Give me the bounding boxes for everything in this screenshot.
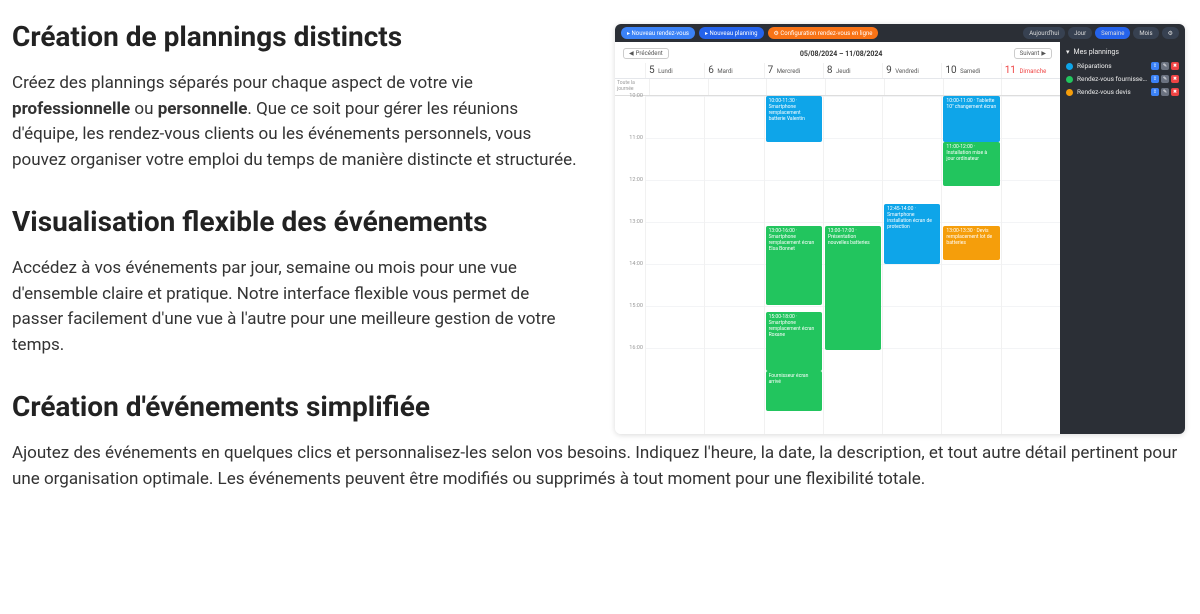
- delete-icon[interactable]: ✖: [1171, 62, 1179, 70]
- day-column: 5 Lundi: [645, 63, 704, 78]
- chevron-down-icon[interactable]: ▾: [1066, 48, 1070, 56]
- share-icon[interactable]: ⇪: [1151, 62, 1159, 70]
- grid-column[interactable]: [704, 96, 763, 434]
- day-header: 5 Lundi6 Mardi7 Mercredi8 Jeudi9 Vendred…: [615, 63, 1060, 79]
- chevron-left-icon: ◀: [629, 50, 634, 57]
- text: Créez des plannings séparés pour chaque …: [12, 73, 473, 93]
- legend-label: Rendez-vous fournisseur: [1077, 75, 1147, 83]
- edit-icon[interactable]: ✎: [1161, 88, 1169, 96]
- time-tick: 14:00: [629, 261, 643, 267]
- bold-professionnelle: professionnelle: [12, 99, 130, 119]
- grid-column[interactable]: 12:45-14:00 · Smartphone installation éc…: [882, 96, 941, 434]
- day-column: 6 Mardi: [704, 63, 763, 78]
- legend-item[interactable]: Réparations ⇪✎✖: [1066, 62, 1179, 70]
- prev-button[interactable]: ◀Précédent: [623, 48, 669, 59]
- config-button[interactable]: ⚙ Configuration rendez-vous en ligne: [768, 27, 879, 39]
- grid-column[interactable]: 10:00-11:30 · Smartphone remplacement ba…: [764, 96, 823, 434]
- calendar-event[interactable]: Fournisseur écran arrivé: [766, 371, 822, 411]
- share-icon[interactable]: ⇪: [1151, 75, 1159, 83]
- delete-icon[interactable]: ✖: [1171, 88, 1179, 96]
- legend-color-dot: [1066, 63, 1073, 70]
- calendar-event[interactable]: 11:00-12:00 · Installation mise à jour o…: [943, 142, 999, 186]
- body-plannings: Créez des plannings séparés pour chaque …: [12, 71, 582, 173]
- day-column: 7 Mercredi: [764, 63, 823, 78]
- legend-item[interactable]: Rendez-vous fournisseur ⇪✎✖: [1066, 75, 1179, 83]
- gear-icon: ⚙: [774, 30, 779, 37]
- legend-label: Rendez-vous devis: [1077, 88, 1147, 96]
- calendar-toolbar: ▸ Nouveau rendez-vous ▸ Nouveau planning…: [615, 24, 1185, 42]
- new-appointment-button[interactable]: ▸ Nouveau rendez-vous: [621, 27, 695, 39]
- time-tick: 11:00: [629, 135, 643, 141]
- legend-item[interactable]: Rendez-vous devis ⇪✎✖: [1066, 88, 1179, 96]
- legend-label: Réparations: [1077, 62, 1147, 70]
- calendar-grid[interactable]: 10:00 11:00 12:00 13:00 14:00 15:00 16:00 10:0…: [615, 96, 1060, 434]
- calendar-event[interactable]: 12:45-14:00 · Smartphone installation éc…: [884, 204, 940, 264]
- body-creation-evenements: Ajoutez des événements en quelques clics…: [12, 441, 1182, 492]
- today-button[interactable]: Aujourd'hui: [1023, 27, 1065, 39]
- time-tick: 13:00: [629, 219, 643, 225]
- time-tick: 12:00: [629, 177, 643, 183]
- calendar-sidebar: ▾ Mes plannings Réparations⇪✎✖Rendez-vou…: [1060, 42, 1185, 434]
- view-day[interactable]: Jour: [1068, 27, 1092, 39]
- legend-color-dot: [1066, 76, 1073, 83]
- view-month[interactable]: Mois: [1133, 27, 1158, 39]
- bold-personnelle: personnelle: [158, 99, 248, 119]
- text: ou: [130, 99, 158, 119]
- time-tick: 15:00: [629, 303, 643, 309]
- edit-icon[interactable]: ✎: [1161, 62, 1169, 70]
- day-column: 8 Jeudi: [823, 63, 882, 78]
- time-tick: 10:00: [629, 93, 643, 99]
- day-column: 10 Samedi: [941, 63, 1000, 78]
- calendar-event[interactable]: 10:00-11:00 · Tablette 10" changement éc…: [943, 96, 999, 142]
- calendar-event[interactable]: 13:00-17:00 · Présentation nouvelles bat…: [825, 226, 881, 350]
- calendar-screenshot: ▸ Nouveau rendez-vous ▸ Nouveau planning…: [615, 24, 1185, 434]
- share-icon[interactable]: ⇪: [1151, 88, 1159, 96]
- grid-column[interactable]: 10:00-11:00 · Tablette 10" changement éc…: [941, 96, 1000, 434]
- date-range: 05/08/2024 – 11/08/2024: [800, 50, 883, 58]
- edit-icon[interactable]: ✎: [1161, 75, 1169, 83]
- grid-column[interactable]: 13:00-17:00 · Présentation nouvelles bat…: [823, 96, 882, 434]
- legend-color-dot: [1066, 89, 1073, 96]
- allday-row: Toute la journée: [615, 79, 1060, 96]
- plus-icon: ▸: [627, 30, 630, 37]
- calendar-event[interactable]: 13:00-16:00 · Smartphone remplacement éc…: [766, 226, 822, 305]
- new-planning-button[interactable]: ▸ Nouveau planning: [699, 27, 764, 39]
- chevron-right-icon: ▶: [1041, 50, 1046, 57]
- heading-plannings: Création de plannings distincts: [12, 20, 582, 53]
- calendar-event[interactable]: 13:00-13:30 · Devis remplacement lot de …: [943, 226, 999, 260]
- calendar-event[interactable]: 10:00-11:30 · Smartphone remplacement ba…: [766, 96, 822, 142]
- day-column: 9 Vendredi: [882, 63, 941, 78]
- body-visualisation: Accédez à vos événements par jour, semai…: [12, 256, 582, 358]
- time-tick: 16:00: [629, 345, 643, 351]
- view-week[interactable]: Semaine: [1095, 27, 1130, 39]
- grid-column[interactable]: [645, 96, 704, 434]
- plus-icon: ▸: [705, 30, 708, 37]
- calendar-event[interactable]: 15:00-18:00 · Smartphone remplacement éc…: [766, 312, 822, 371]
- calendar-nav: ◀Précédent 05/08/2024 – 11/08/2024 Suiva…: [615, 42, 1060, 63]
- settings-icon[interactable]: ⚙: [1162, 27, 1179, 39]
- sidebar-title: Mes plannings: [1074, 48, 1119, 56]
- next-button[interactable]: Suivant▶: [1014, 48, 1052, 59]
- grid-column[interactable]: [1001, 96, 1060, 434]
- delete-icon[interactable]: ✖: [1171, 75, 1179, 83]
- heading-visualisation: Visualisation flexible des événements: [12, 205, 582, 238]
- day-column: 11 Dimanche: [1001, 63, 1060, 78]
